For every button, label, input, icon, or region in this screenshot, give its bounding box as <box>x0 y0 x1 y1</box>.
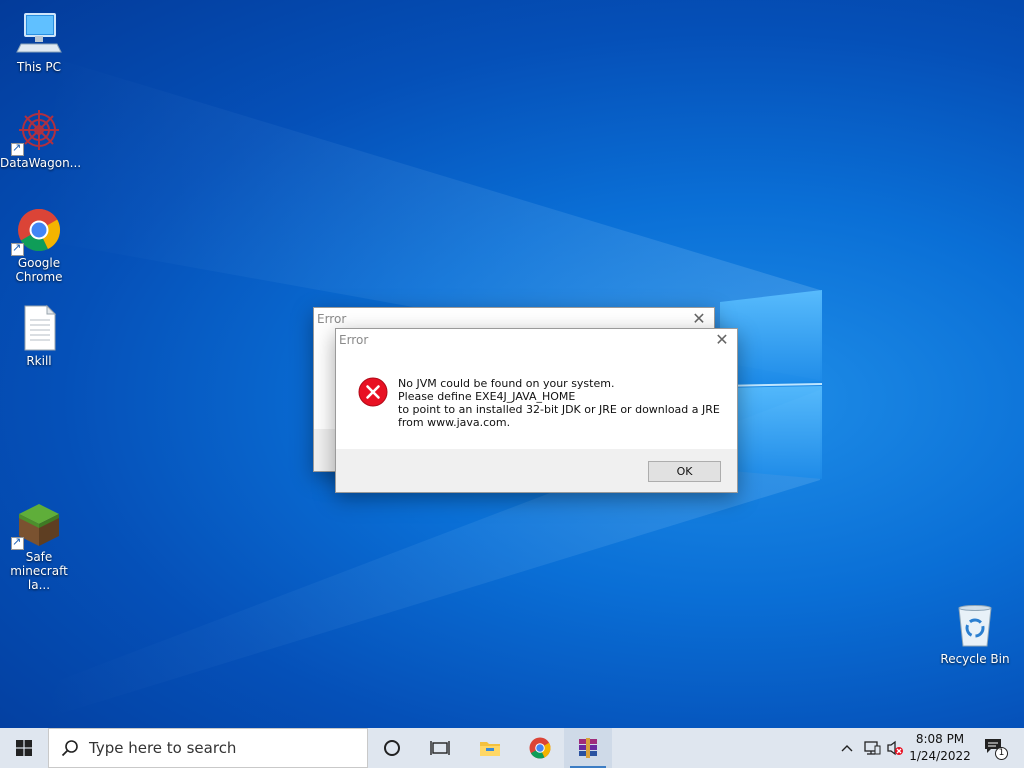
error-message-line: to point to an installed 32-bit JDK or J… <box>398 403 720 416</box>
taskbar-file-explorer[interactable] <box>466 728 514 768</box>
desktop-icon-label: Recycle Bin <box>940 652 1010 666</box>
search-icon <box>61 740 78 757</box>
volume-muted-icon <box>887 740 903 756</box>
desktop: This PC DataWagon... <box>0 0 1024 728</box>
minecraft-icon <box>11 500 63 550</box>
dialog-title: Error <box>317 312 347 326</box>
network-icon <box>864 741 881 755</box>
winrar-icon <box>579 738 597 758</box>
desktop-icon-label: Safe minecraft la... <box>10 550 68 592</box>
desktop-icon-rkill[interactable]: Rkill <box>0 304 78 368</box>
shortcut-arrow-icon <box>11 141 24 156</box>
desktop-icon-recycle-bin[interactable]: Recycle Bin <box>936 602 1014 666</box>
chevron-up-icon <box>841 745 853 752</box>
document-icon <box>15 304 63 352</box>
taskbar-winrar[interactable] <box>564 728 612 768</box>
notification-icon: 1 <box>984 738 1008 760</box>
chrome-icon <box>11 206 63 256</box>
close-icon[interactable]: ✕ <box>713 331 731 349</box>
recycle-bin-icon <box>951 602 999 650</box>
volume-button[interactable] <box>884 728 906 768</box>
dialog-footer: OK <box>336 449 737 492</box>
search-placeholder: Type here to search <box>89 739 237 757</box>
error-icon <box>358 377 388 407</box>
cortana-icon <box>384 740 400 756</box>
taskbar: Type here to search 8:08 PM 1/24/2022 1 <box>0 728 1024 768</box>
clock[interactable]: 8:08 PM 1/24/2022 <box>906 731 974 765</box>
shortcut-arrow-icon <box>11 241 24 256</box>
shortcut-arrow-icon <box>11 535 24 550</box>
desktop-icon-label: This PC <box>17 60 61 74</box>
dialog-title: Error <box>339 333 369 347</box>
desktop-icon-safe-minecraft[interactable]: Safe minecraft la... <box>0 500 78 592</box>
cortana-button[interactable] <box>368 728 416 768</box>
task-view-icon <box>430 741 450 755</box>
network-status-button[interactable] <box>860 728 884 768</box>
close-icon[interactable]: ✕ <box>690 310 708 328</box>
file-explorer-icon <box>480 742 500 756</box>
task-view-button[interactable] <box>416 728 464 768</box>
taskbar-chrome[interactable] <box>516 728 564 768</box>
clock-date: 1/24/2022 <box>909 749 971 763</box>
desktop-icon-label: Google Chrome <box>15 256 63 284</box>
error-message-line: Please define EXE4J_JAVA_HOME <box>398 390 576 403</box>
notification-count-badge: 1 <box>995 747 1008 760</box>
datawagon-icon <box>11 106 63 156</box>
error-message: No JVM could be found on your system. Pl… <box>398 377 720 429</box>
clock-time: 8:08 PM <box>915 732 965 746</box>
this-pc-icon <box>15 10 63 58</box>
error-dialog[interactable]: Error ✕ No JVM could be found on your sy… <box>335 328 738 493</box>
desktop-icon-datawagon[interactable]: DataWagon... <box>0 106 82 170</box>
start-button[interactable] <box>0 728 48 768</box>
desktop-icon-label: DataWagon... <box>0 156 82 170</box>
chrome-icon <box>529 737 551 759</box>
action-center-button[interactable]: 1 <box>978 728 1010 768</box>
taskbar-search-box[interactable]: Type here to search <box>48 728 368 768</box>
error-message-line: from www.java.com. <box>398 416 511 429</box>
windows-logo-icon <box>16 740 32 756</box>
desktop-icon-label: Rkill <box>26 354 52 368</box>
error-message-line: No JVM could be found on your system. <box>398 377 615 390</box>
show-hidden-icons-button[interactable] <box>836 728 858 768</box>
ok-button[interactable]: OK <box>648 461 721 482</box>
desktop-icon-google-chrome[interactable]: Google Chrome <box>0 206 78 284</box>
desktop-icon-this-pc[interactable]: This PC <box>0 10 78 74</box>
